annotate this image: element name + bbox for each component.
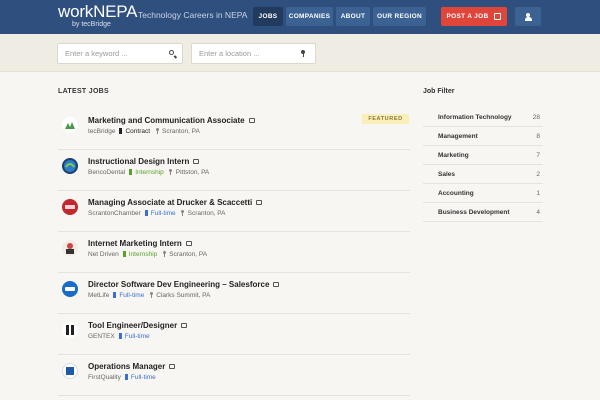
tecbridge-logo xyxy=(62,117,78,133)
job-type: Internship xyxy=(135,169,164,176)
netdriven-logo xyxy=(62,240,78,256)
filter-management[interactable]: Management 8 xyxy=(423,127,543,146)
job-type: Full-time xyxy=(119,292,145,299)
job-company: GENTEX xyxy=(88,333,115,340)
search-bar: Enter a keyword ... Enter a location ... xyxy=(0,34,600,72)
location-pin-icon xyxy=(149,292,153,298)
location-placeholder: Enter a location ... xyxy=(199,49,260,58)
location-input[interactable]: Enter a location ... xyxy=(191,43,316,64)
job-company: tecBridge xyxy=(88,128,116,135)
job-meta: MetLife Full-time Clarks Summit, PA xyxy=(88,292,210,299)
filter-sales[interactable]: Sales 2 xyxy=(423,165,543,184)
job-row[interactable]: Instructional Design Intern BencoDental I… xyxy=(58,150,410,191)
job-location: Scranton, PA xyxy=(162,128,200,135)
bookmark-icon xyxy=(119,128,123,134)
search-icon[interactable] xyxy=(169,50,174,55)
job-row[interactable]: Internet Marketing Intern Net Driven Inte… xyxy=(58,232,410,273)
site-logo[interactable]: workNEPA by tecBridge xyxy=(58,2,138,29)
bookmark-icon xyxy=(113,292,117,298)
external-link-icon xyxy=(494,13,502,20)
site-tagline: Technology Careers in NEPA xyxy=(138,10,248,20)
job-title-link[interactable]: Director Software Dev Engineering – Sale… xyxy=(88,280,280,289)
job-meta: GENTEX Full-time xyxy=(88,333,150,340)
logo-wordmark: workNEPA xyxy=(58,2,138,21)
job-company: MetLife xyxy=(88,292,110,299)
filter-information-technology[interactable]: Information Technology 28 xyxy=(423,108,543,127)
site-header: workNEPA by tecBridge Technology Careers… xyxy=(0,0,600,34)
job-location: Scranton, PA xyxy=(169,251,208,258)
job-type: Full-time xyxy=(124,333,150,340)
location-pin-icon xyxy=(169,169,173,175)
job-row[interactable]: Marketing and Communication Associate te… xyxy=(58,109,410,150)
nav-jobs[interactable]: JOBS xyxy=(253,7,283,26)
job-type: Full-time xyxy=(150,210,176,217)
job-meta: BencoDental Internship Pittston, PA xyxy=(88,169,209,176)
user-icon xyxy=(524,12,532,21)
bookmark-icon xyxy=(122,251,126,257)
external-link-icon xyxy=(169,364,176,369)
job-title-link[interactable]: Tool Engineer/Designer xyxy=(88,321,188,330)
bookmark-icon xyxy=(129,169,133,175)
external-link-icon xyxy=(181,323,188,328)
external-link-icon xyxy=(248,118,255,123)
job-location: Scranton, PA xyxy=(187,210,226,217)
job-title-link[interactable]: Operations Manager xyxy=(88,362,176,371)
job-row[interactable]: Operations Manager FirstQuality Full-time xyxy=(58,355,410,396)
filter-marketing[interactable]: Marketing 7 xyxy=(423,146,543,165)
job-type: Full-time xyxy=(130,374,156,381)
nav-about[interactable]: ABOUT xyxy=(336,7,370,26)
external-link-icon xyxy=(185,241,192,246)
job-meta: ScrantonChamber Full-time Scranton, PA xyxy=(88,210,226,217)
job-meta: tecBridge Contract Scranton, PA xyxy=(88,128,200,135)
post-job-button[interactable]: POST A JOB xyxy=(441,7,507,26)
external-link-icon xyxy=(193,159,200,164)
logo-byline: by tecBridge xyxy=(72,21,111,28)
job-row[interactable]: Tool Engineer/Designer GENTEX Full-time xyxy=(58,314,410,355)
job-type: Internship xyxy=(128,251,158,258)
job-title-link[interactable]: Internet Marketing Intern xyxy=(88,239,192,248)
job-row[interactable]: Director Software Dev Engineering – Sale… xyxy=(58,273,410,314)
job-title-link[interactable]: Instructional Design Intern xyxy=(88,157,200,166)
external-link-icon xyxy=(256,200,263,205)
bencodental-logo xyxy=(62,158,78,174)
keyword-placeholder: Enter a keyword ... xyxy=(65,49,128,58)
gentex-logo xyxy=(62,322,78,338)
job-company: ScrantonChamber xyxy=(88,210,141,217)
filter-business-development[interactable]: Business Development 4 xyxy=(423,203,543,222)
firstquality-logo xyxy=(62,363,78,379)
bookmark-icon xyxy=(118,333,122,339)
nav-our-region[interactable]: OUR REGION xyxy=(373,7,426,26)
scrantonchamber-logo xyxy=(62,199,78,215)
location-pin-icon xyxy=(181,210,185,216)
job-company: BencoDental xyxy=(88,169,126,176)
job-type: Contract xyxy=(125,128,151,135)
job-location: Clarks Summit, PA xyxy=(156,292,211,299)
location-pin-icon xyxy=(155,128,159,134)
bookmark-icon xyxy=(144,210,148,216)
filter-accounting[interactable]: Accounting 1 xyxy=(423,184,543,203)
latest-jobs-heading: LATEST JOBS xyxy=(58,88,110,95)
post-job-label: POST A JOB xyxy=(446,13,489,20)
keyword-input[interactable]: Enter a keyword ... xyxy=(57,43,183,64)
metlife-logo xyxy=(62,281,78,297)
external-link-icon xyxy=(273,282,280,287)
job-row[interactable]: Managing Associate at Drucker & Scaccett… xyxy=(58,191,410,232)
job-title-link[interactable]: Marketing and Communication Associate xyxy=(88,116,255,125)
job-location: Pittston, PA xyxy=(175,169,210,176)
user-account-button[interactable] xyxy=(515,7,541,26)
job-title-link[interactable]: Managing Associate at Drucker & Scaccett… xyxy=(88,198,263,207)
location-pin-icon xyxy=(300,50,307,57)
featured-badge: FEATURED xyxy=(362,114,409,124)
job-meta: Net Driven Internship Scranton, PA xyxy=(88,251,207,258)
bookmark-icon xyxy=(124,374,128,380)
nav-companies[interactable]: COMPANIES xyxy=(286,7,333,26)
location-pin-icon xyxy=(162,251,166,257)
job-meta: FirstQuality Full-time xyxy=(88,374,156,381)
job-company: FirstQuality xyxy=(88,374,121,381)
job-company: Net Driven xyxy=(88,251,119,258)
job-filter-heading: Job Filter xyxy=(423,88,455,95)
